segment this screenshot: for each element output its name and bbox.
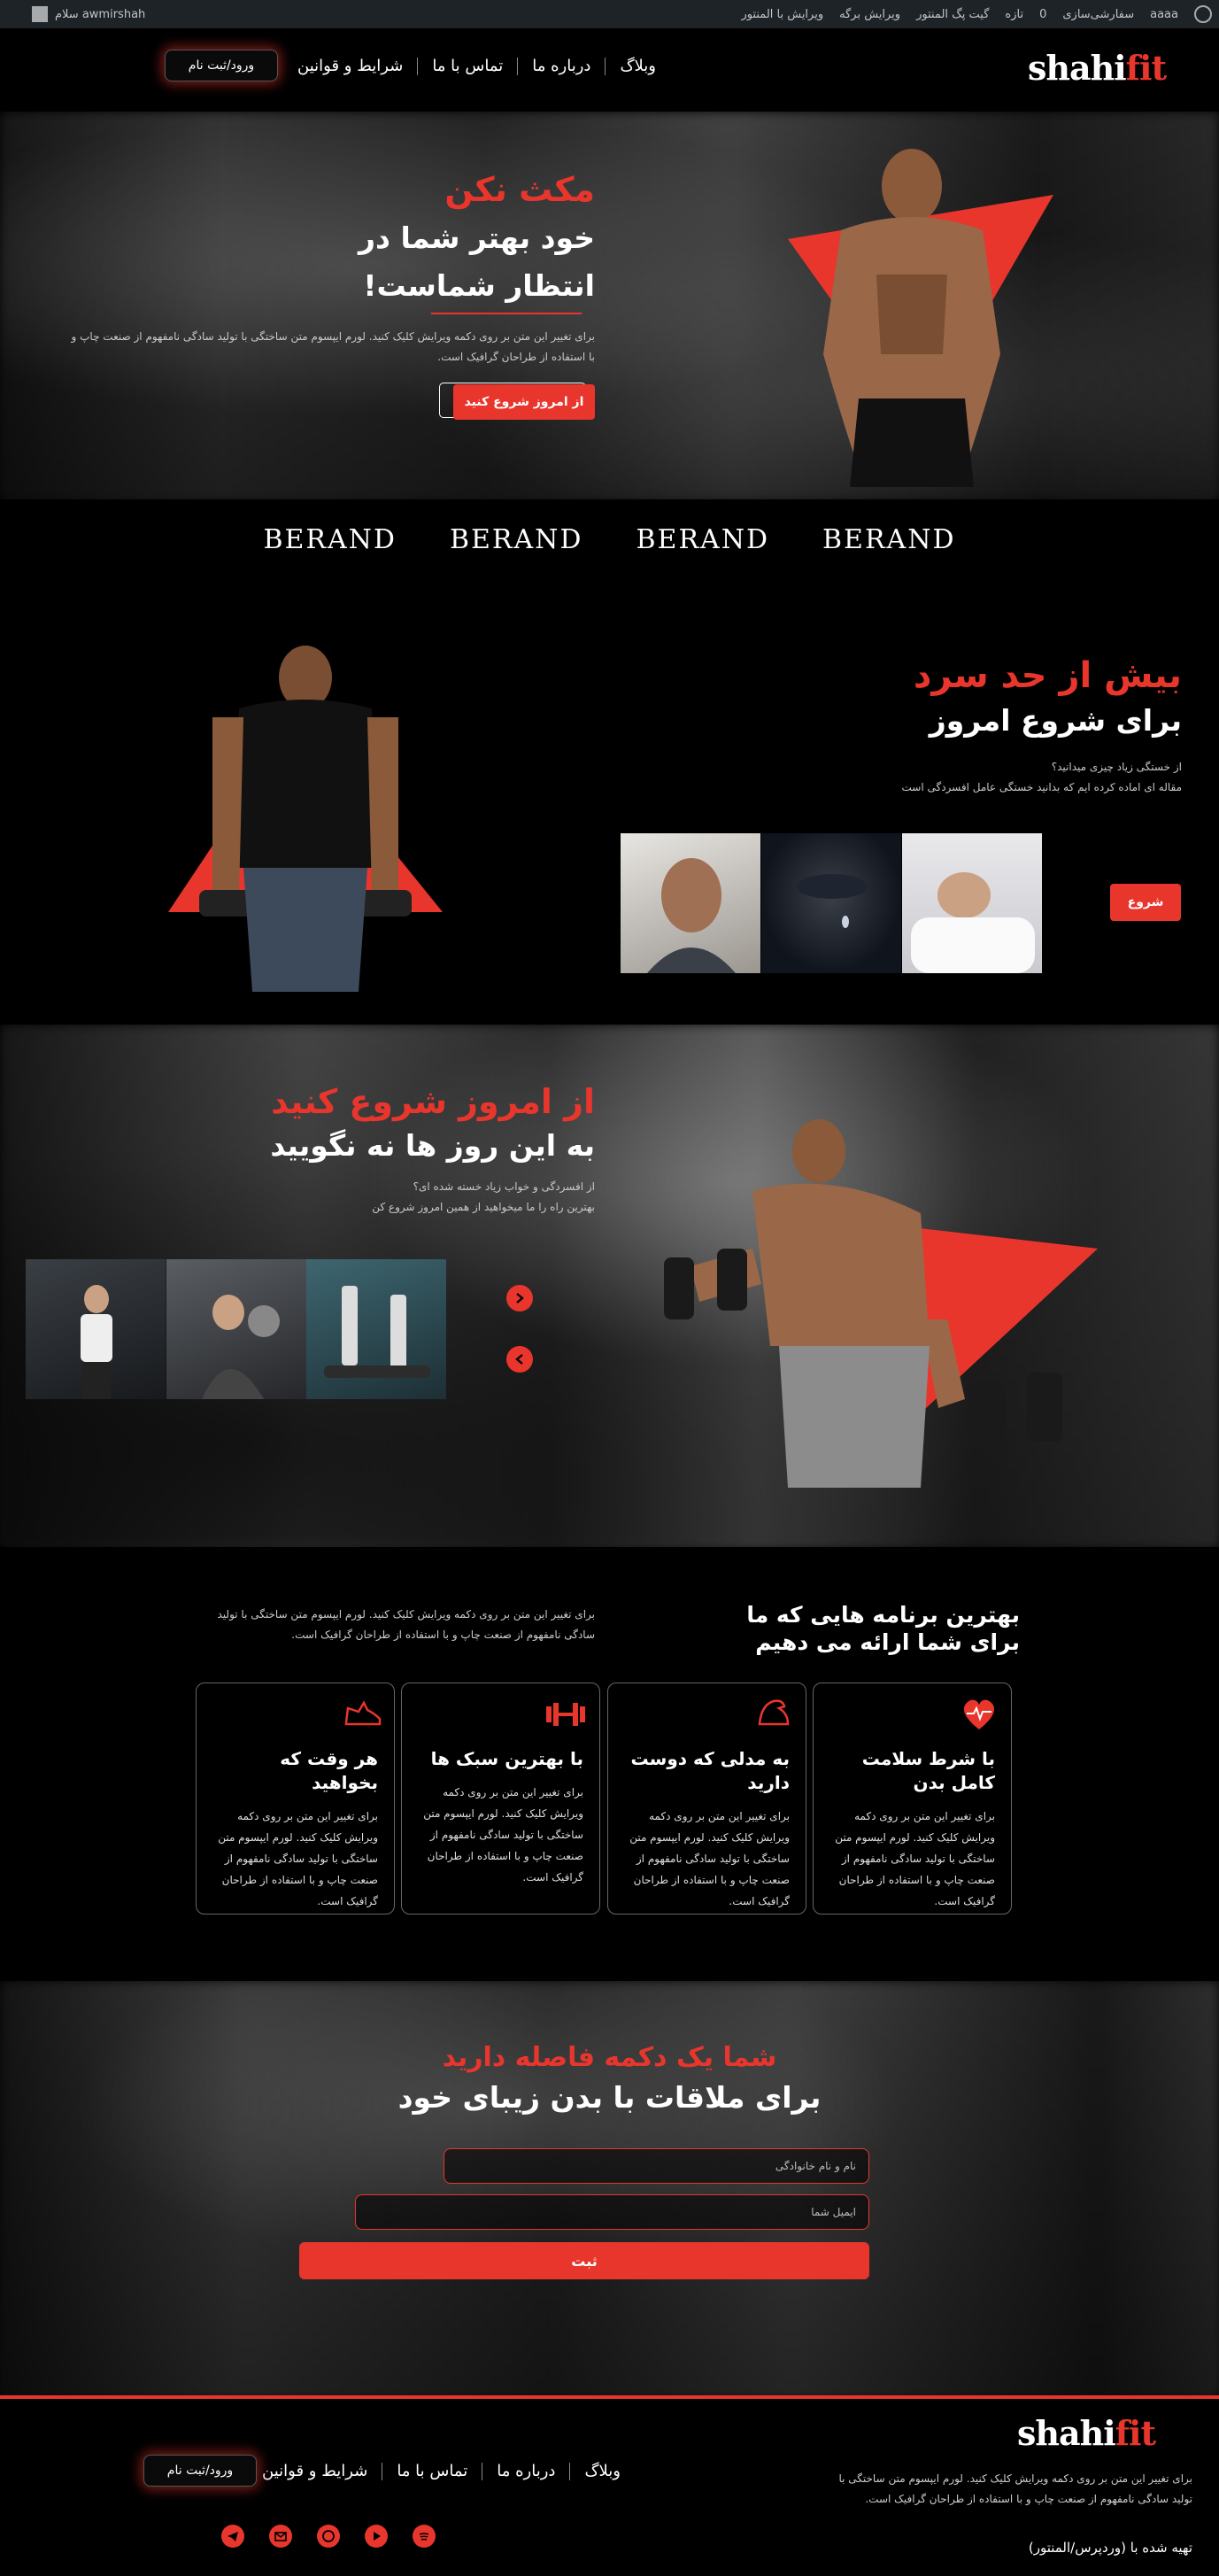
section3-desc-1: از افسردگی و خواب زیاد خسته شده ای؟ <box>413 1180 595 1193</box>
hero-cta-button[interactable]: از امروز شروع کنید <box>453 384 595 420</box>
name-input[interactable]: نام و نام خانوادگی <box>444 2148 869 2184</box>
sneaker-icon <box>344 1700 382 1726</box>
footer-logo[interactable]: shahifit <box>1017 2413 1156 2453</box>
admin-user-greeting[interactable]: سلام awmirshah <box>55 8 145 21</box>
admin-edit-page-link[interactable]: ویرایش برگه <box>839 8 900 21</box>
hero-underline <box>431 312 582 314</box>
site-logo[interactable]: shahifit <box>1028 48 1167 88</box>
slider-next-button[interactable] <box>506 1285 533 1311</box>
hero-athlete-image <box>788 149 1053 487</box>
admin-avatar[interactable] <box>32 6 48 22</box>
hero-title: خود بهتر شما در انتظار شماست! <box>359 220 595 304</box>
hero-title-red: مکث نکن <box>444 170 595 209</box>
footer-socials <box>221 2525 436 2548</box>
section3-text: از امروز شروع کنید به این روز ها نه نگوی… <box>46 1082 595 1218</box>
admin-site-link[interactable]: aaaa <box>1150 8 1178 21</box>
admin-new-link[interactable]: تازه <box>1005 8 1023 21</box>
slider-image-gym-2 <box>166 1259 306 1399</box>
program-card-title: هر وقت که بخواهید <box>280 1748 378 1793</box>
section3-title: به این روز ها نه نگویید <box>270 1128 595 1163</box>
section2-desc-2: مقاله ای اماده کرده ایم که بدانید خستگی … <box>901 780 1183 793</box>
footer-nav-contact[interactable]: تماس با ما <box>382 2462 482 2480</box>
program-card-title: با شرط سلامت کامل بدن <box>861 1748 995 1793</box>
contact-title: برای ملاقات با بدن زیبای خود <box>397 2080 822 2115</box>
section2-text: بیش از حد سرد برای شروع امروز از خستگی ز… <box>633 655 1183 798</box>
footer-divider <box>0 2395 1219 2399</box>
contact-submit-button[interactable]: ثبت <box>299 2242 869 2279</box>
gallery-image-tear <box>761 833 901 973</box>
gallery-image-sleeping <box>902 833 1042 973</box>
footer-credit: تهیه شده با (وردپرس/المنتور) <box>1028 2540 1192 2556</box>
admin-elementor-link[interactable]: گیت پگ المنتور <box>916 8 989 21</box>
program-card-text: برای تغییر این متن بر روی دکمه ویرایش کل… <box>629 1810 790 1907</box>
programs-title: بهترین برنامه هایی که ما برای شما ارائه … <box>746 1602 1020 1656</box>
whatsapp-icon[interactable] <box>317 2525 340 2548</box>
nav-terms[interactable]: شرایط و قوانین <box>283 57 417 75</box>
login-button[interactable]: ورود/ثبت نام <box>165 50 278 81</box>
site-header: shahifit وبلاگ درباره ما تماس با ما شرای… <box>0 28 1219 112</box>
hero-text: مکث نکن خود بهتر شما در انتظار شماست! بر… <box>64 170 595 367</box>
email-input[interactable]: ایمیل شما <box>355 2194 869 2230</box>
slider-image-gym-3 <box>306 1259 446 1399</box>
youtube-icon[interactable] <box>365 2525 388 2548</box>
footer-nav-about[interactable]: درباره ما <box>482 2462 569 2480</box>
spotify-icon[interactable] <box>413 2525 436 2548</box>
brand-logo: BERAND <box>449 523 583 555</box>
footer-nav-blog[interactable]: وبلاگ <box>570 2462 635 2480</box>
slider-prev-button[interactable] <box>506 1346 533 1373</box>
section2-start-button[interactable]: شروع <box>1110 884 1181 921</box>
admin-edit-elementor-link[interactable]: ویرایش با المنتور <box>741 8 823 21</box>
section3-athlete-image <box>664 1119 1098 1488</box>
nav-blog[interactable]: وبلاگ <box>606 57 670 75</box>
program-card-text: برای تغییر این متن بر روی دکمه ویرایش کل… <box>218 1810 378 1907</box>
email-icon[interactable] <box>269 2525 292 2548</box>
chevron-left-icon <box>515 1354 523 1365</box>
heart-icon <box>963 1699 995 1729</box>
section3-desc-2: بهترین راه را ما میخواهید از همین امروز … <box>372 1200 595 1213</box>
admin-bar: aaaa سفارشی‌سازی 0 تازه گیت پگ المنتور و… <box>0 0 1219 28</box>
section2-title-red: بیش از حد سرد <box>913 655 1182 696</box>
hero-description: برای تغییر این متن بر روی دکمه ویرایش کل… <box>71 329 595 363</box>
chevron-right-icon <box>516 1293 524 1303</box>
section3-title-red: از امروز شروع کنید <box>271 1082 595 1121</box>
footer-description: برای تغییر این متن بر روی دکمه ویرایش کل… <box>838 2472 1192 2505</box>
program-card-title: با بهترین سبک ها <box>430 1748 583 1769</box>
brand-logo: BERAND <box>263 523 397 555</box>
program-card-text: برای تغییر این متن بر روی دکمه ویرایش کل… <box>835 1810 995 1907</box>
telegram-icon[interactable] <box>221 2525 244 2548</box>
brand-logo: BERAND <box>636 523 770 555</box>
contact-heading: شما یک دکمه فاصله دارید برای ملاقات با ب… <box>0 2042 1219 2115</box>
brand-logo: BERAND <box>822 523 956 555</box>
program-card-title: به مدلی که دوست دارید <box>630 1748 790 1793</box>
section2-title: برای شروع امروز <box>929 703 1182 738</box>
section2-athlete-image <box>168 646 443 992</box>
slider-image-gym-1 <box>26 1259 166 1399</box>
program-card: با بهترین سبک ها برای تغییر این متن بر ر… <box>401 1683 600 1915</box>
nav-contact[interactable]: تماس با ما <box>418 57 517 75</box>
main-nav: وبلاگ درباره ما تماس با ما شرایط و قوانی… <box>283 57 670 75</box>
footer-login-button[interactable]: ورود/ثبت نام <box>143 2455 257 2487</box>
gallery-image-stressed-man <box>621 833 760 973</box>
program-card-text: برای تغییر این متن بر روی دکمه ویرایش کل… <box>423 1786 583 1884</box>
admin-comments-count[interactable]: 0 <box>1039 8 1046 21</box>
programs-intro: برای تغییر این متن بر روی دکمه ویرایش کل… <box>217 1608 596 1641</box>
admin-customize-link[interactable]: سفارشی‌سازی <box>1062 8 1134 21</box>
section2-desc-1: از خستگی زیاد چیزی میدانید؟ <box>1051 761 1182 773</box>
brand-strip: BERAND BERAND BERAND BERAND <box>0 499 1219 579</box>
muscle-arm-icon <box>758 1699 790 1726</box>
footer-nav-terms[interactable]: شرایط و قوانین <box>248 2462 382 2480</box>
program-card: با شرط سلامت کامل بدن برای تغییر این متن… <box>813 1683 1012 1915</box>
program-card: هر وقت که بخواهید برای تغییر این متن بر … <box>196 1683 395 1915</box>
nav-about[interactable]: درباره ما <box>518 57 605 75</box>
footer-nav: وبلاگ درباره ما تماس با ما شرایط و قوانی… <box>248 2462 635 2480</box>
dumbbell-icon <box>546 1703 585 1726</box>
program-card: به مدلی که دوست دارید برای تغییر این متن… <box>607 1683 806 1915</box>
contact-title-red: شما یک دکمه فاصله دارید <box>442 2042 777 2073</box>
wordpress-icon[interactable] <box>1194 5 1212 23</box>
